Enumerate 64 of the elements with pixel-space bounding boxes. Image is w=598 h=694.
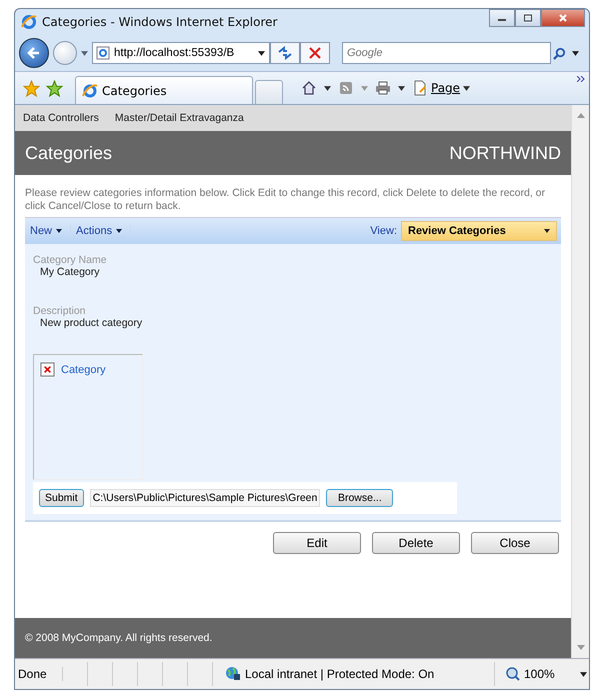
security-zone-text: Local intranet | Protected Mode: On — [245, 667, 434, 681]
field-label: Category Name — [33, 254, 108, 266]
forward-button[interactable] — [53, 41, 77, 65]
window-title: Categories - Windows Internet Explorer — [42, 15, 278, 29]
image-alt-text: Category — [61, 364, 106, 376]
caret-icon — [544, 229, 550, 233]
chevron-icon[interactable] — [577, 76, 585, 82]
browse-button[interactable]: Browse... — [326, 489, 394, 507]
stop-button[interactable] — [300, 42, 330, 64]
maximize-icon — [523, 14, 533, 22]
address-field[interactable]: http://localhost:55393/B — [92, 42, 270, 64]
add-favorite-icon[interactable] — [46, 80, 63, 96]
page-title: Categories — [25, 142, 112, 164]
caret-icon[interactable] — [572, 50, 579, 56]
search-field[interactable]: Google — [342, 42, 551, 64]
stop-icon — [308, 46, 322, 60]
broken-image-icon — [40, 362, 55, 377]
field-label: Description — [33, 305, 87, 317]
zoom-icon[interactable] — [505, 666, 521, 682]
home-icon[interactable] — [301, 80, 317, 96]
globe-icon — [225, 666, 241, 682]
back-arrow-icon — [26, 45, 42, 61]
feed-icon[interactable] — [338, 80, 354, 96]
browser-tab[interactable]: Categories — [75, 76, 253, 104]
caret-icon — [116, 229, 122, 233]
refresh-button[interactable] — [270, 42, 300, 64]
breadcrumb-link[interactable]: Data Controllers — [23, 112, 99, 124]
caret-icon[interactable] — [324, 86, 331, 90]
action-button[interactable]: Delete — [372, 532, 460, 554]
close-icon — [558, 13, 568, 23]
toolbar-menu[interactable]: New — [25, 225, 72, 237]
caret-icon[interactable] — [258, 50, 265, 56]
action-button[interactable]: Close — [471, 532, 559, 554]
instructions-text: Please review categories information below. Click Edit to change this record, click Delete to delete the record, or click Cancel/Close to return back. — [25, 187, 546, 213]
back-button[interactable] — [19, 38, 49, 68]
brand-name: NORTHWIND — [449, 142, 561, 164]
action-button[interactable]: Edit — [273, 532, 361, 554]
refresh-icon — [277, 45, 293, 61]
printer-icon[interactable] — [375, 80, 391, 96]
toolbar-menu[interactable]: Actions — [71, 225, 132, 237]
view-dropdown[interactable]: Review Categories — [401, 221, 557, 241]
copyright-text: © 2008 MyCompany. All rights reserved. — [25, 632, 212, 644]
status-text: Done — [15, 667, 63, 681]
view-label: View: — [370, 225, 397, 237]
search-icon[interactable] — [553, 46, 566, 60]
caret-icon[interactable] — [398, 86, 405, 90]
field-value: My Category — [39, 266, 101, 278]
caret-icon[interactable] — [580, 672, 587, 676]
submit-button[interactable]: Submit — [39, 489, 84, 507]
browser-logo-icon — [82, 82, 98, 98]
maximize-button[interactable] — [515, 9, 541, 27]
caret-icon — [56, 229, 62, 233]
star-icon[interactable] — [23, 80, 40, 96]
caret-icon — [463, 86, 470, 90]
minimize-button[interactable] — [489, 9, 515, 27]
file-path-field[interactable]: C:\Users\Public\Pictures\Sample Pictures\Green — [90, 489, 320, 507]
field-value: New product category — [39, 317, 144, 329]
close-button[interactable] — [541, 9, 585, 27]
page-icon — [96, 46, 110, 60]
page-menu[interactable]: Page — [412, 80, 470, 96]
page-icon — [412, 80, 428, 96]
breadcrumb-link[interactable]: Master/Detail Extravaganza — [114, 112, 244, 124]
zoom-level[interactable]: 100% — [524, 667, 555, 681]
browser-logo-icon — [21, 14, 37, 30]
